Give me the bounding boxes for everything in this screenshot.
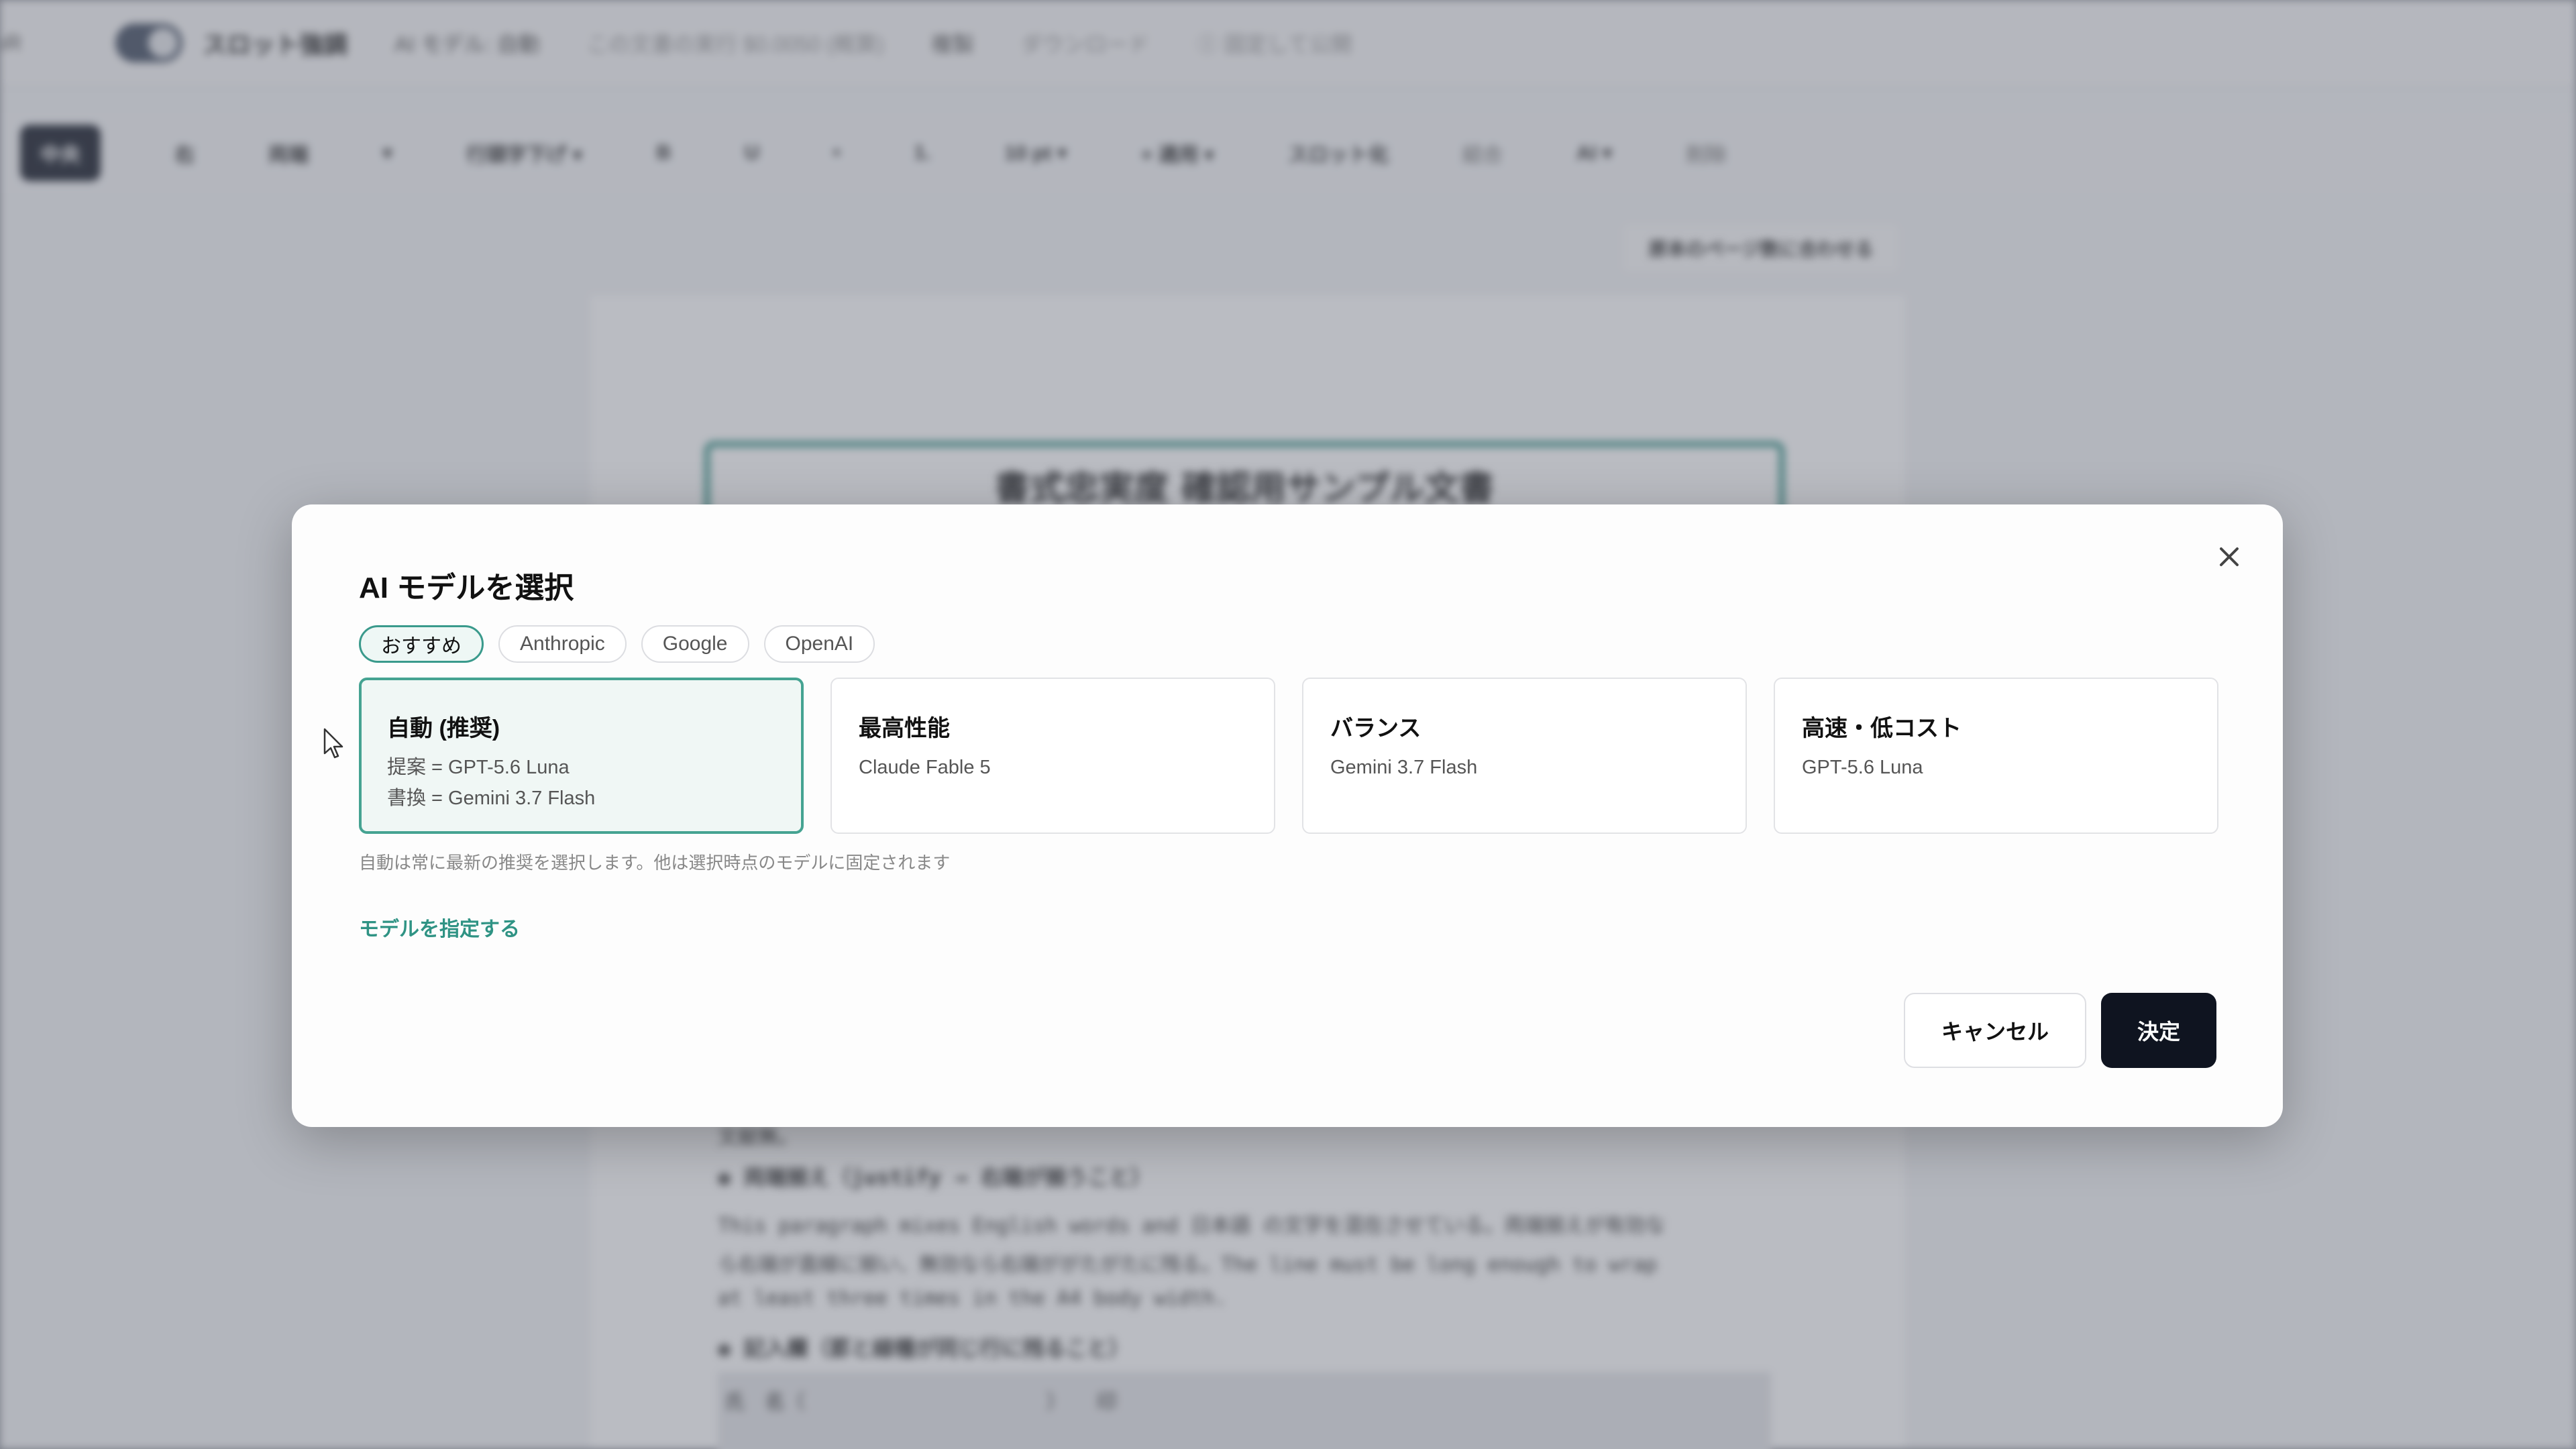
model-card-best[interactable]: 最高性能 Claude Fable 5 <box>830 678 1275 834</box>
close-button[interactable] <box>2210 538 2248 576</box>
model-options: 自動 (推奨) 提案 = GPT-5.6 Luna 書換 = Gemini 3.… <box>359 678 2218 834</box>
model-card-fast[interactable]: 高速・低コスト GPT-5.6 Luna <box>1774 678 2218 834</box>
tab-recommended[interactable]: おすすめ <box>359 625 484 663</box>
tab-google[interactable]: Google <box>641 625 749 663</box>
mouse-pointer-icon <box>323 728 343 759</box>
card-title: 高速・低コスト <box>1802 716 1962 741</box>
provider-tabs: おすすめ Anthropic Google OpenAI <box>359 625 875 663</box>
ai-model-dialog: AI モデルを選択 おすすめ Anthropic Google OpenAI 自… <box>292 504 2283 1127</box>
selection-hint: 自動は常に最新の推奨を選択します。他は選択時点のモデルに固定されます <box>359 853 951 873</box>
tab-openai[interactable]: OpenAI <box>763 625 875 663</box>
specify-model-link[interactable]: モデルを指定する <box>359 912 520 942</box>
card-detail: Gemini 3.7 Flash <box>1330 757 1478 778</box>
card-title: 自動 (推奨) <box>387 716 500 741</box>
tab-anthropic[interactable]: Anthropic <box>498 625 627 663</box>
card-title: バランス <box>1330 716 1421 741</box>
card-detail: Claude Fable 5 <box>859 757 991 778</box>
cancel-button[interactable]: キャンセル <box>1904 993 2086 1068</box>
card-detail: 書換 = Gemini 3.7 Flash <box>387 788 596 809</box>
dialog-title: AI モデルを選択 <box>359 572 574 604</box>
card-title: 最高性能 <box>859 716 950 741</box>
confirm-button[interactable]: 決定 <box>2101 993 2216 1068</box>
model-card-auto[interactable]: 自動 (推奨) 提案 = GPT-5.6 Luna 書換 = Gemini 3.… <box>359 678 804 834</box>
close-icon <box>2220 547 2239 566</box>
card-detail: 提案 = GPT-5.6 Luna <box>387 757 570 778</box>
model-card-balance[interactable]: バランス Gemini 3.7 Flash <box>1302 678 1747 834</box>
card-detail: GPT-5.6 Luna <box>1802 757 1923 778</box>
